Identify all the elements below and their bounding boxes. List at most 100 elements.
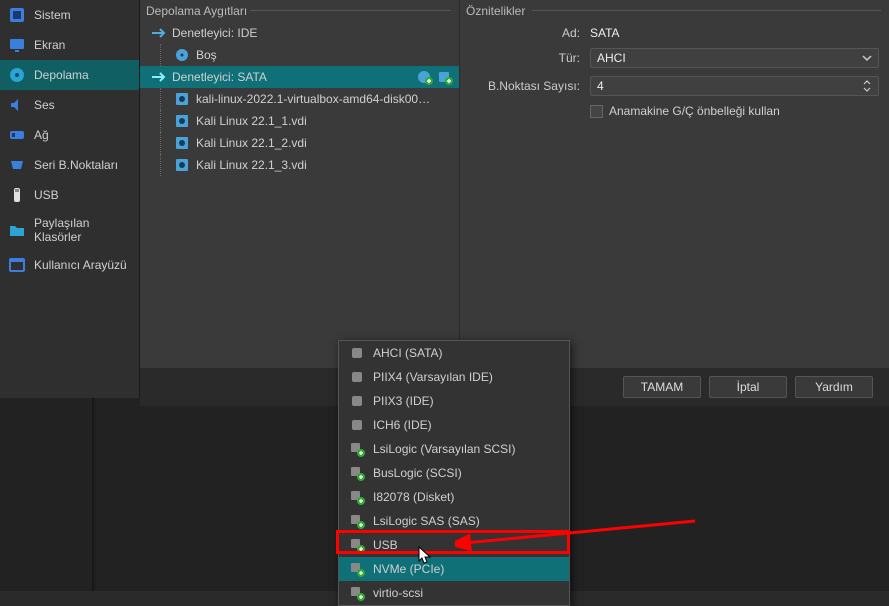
chip-icon bbox=[349, 369, 365, 385]
menu-label: PIIX3 (IDE) bbox=[373, 394, 434, 408]
menu-item-buslogic[interactable]: BusLogic (SCSI) bbox=[339, 461, 569, 485]
attributes-panel: Öznitelikler Ad: SATA Tür: AHCI B.Noktas… bbox=[460, 0, 889, 398]
controller-ide[interactable]: Denetleyici: IDE bbox=[140, 22, 459, 44]
cancel-button[interactable]: İptal bbox=[709, 376, 787, 398]
settings-body: Sistem Ekran Depolama Ses Ağ Seri B.Nokt… bbox=[0, 0, 889, 398]
sidebar-label: Ağ bbox=[34, 128, 49, 142]
hdd-icon bbox=[174, 113, 190, 129]
sidebar-label: USB bbox=[34, 188, 59, 202]
system-icon bbox=[8, 6, 26, 24]
ok-button[interactable]: TAMAM bbox=[623, 376, 701, 398]
sidebar-item-audio[interactable]: Ses bbox=[0, 90, 139, 120]
ide-empty-slot[interactable]: Boş bbox=[140, 44, 459, 66]
sidebar-item-display[interactable]: Ekran bbox=[0, 30, 139, 60]
name-value[interactable]: SATA bbox=[590, 26, 879, 40]
usb-icon bbox=[8, 186, 26, 204]
sidebar-item-usb[interactable]: USB bbox=[0, 180, 139, 210]
sidebar-label: Depolama bbox=[34, 68, 89, 82]
sidebar-item-serial[interactable]: Seri B.Noktaları bbox=[0, 150, 139, 180]
help-button[interactable]: Yardım bbox=[795, 376, 873, 398]
disk-label: Kali Linux 22.1_2.vdi bbox=[196, 136, 307, 150]
ui-icon bbox=[8, 256, 26, 274]
cd-icon bbox=[174, 47, 190, 63]
hdd-icon bbox=[174, 91, 190, 107]
menu-label: USB bbox=[373, 538, 398, 552]
chip-plus-icon bbox=[349, 489, 365, 505]
hdd-icon bbox=[174, 157, 190, 173]
disk-label: Kali Linux 22.1_3.vdi bbox=[196, 158, 307, 172]
chip-plus-icon bbox=[349, 441, 365, 457]
controller-label: Denetleyici: IDE bbox=[172, 26, 257, 40]
host-cache-checkbox[interactable]: Anamakine G/Ç önbelleği kullan bbox=[590, 104, 879, 118]
type-select[interactable]: AHCI bbox=[590, 48, 879, 68]
sidebar-item-network[interactable]: Ağ bbox=[0, 120, 139, 150]
menu-item-lsilogic-sas[interactable]: LsiLogic SAS (SAS) bbox=[339, 509, 569, 533]
controller-icon bbox=[150, 25, 166, 41]
menu-label: BusLogic (SCSI) bbox=[373, 466, 462, 480]
sidebar-label: Sistem bbox=[34, 8, 71, 22]
folder-icon bbox=[8, 221, 26, 239]
network-icon bbox=[8, 126, 26, 144]
menu-item-usb[interactable]: USB bbox=[339, 533, 569, 557]
menu-item-piix4[interactable]: PIIX4 (Varsayılan IDE) bbox=[339, 365, 569, 389]
menu-label: LsiLogic SAS (SAS) bbox=[373, 514, 480, 528]
chip-plus-icon bbox=[349, 561, 365, 577]
port-label: B.Noktası Sayısı: bbox=[470, 79, 580, 93]
menu-item-i82078[interactable]: I82078 (Disket) bbox=[339, 485, 569, 509]
sidebar-label: Paylaşılan Klasörler bbox=[34, 216, 131, 244]
menu-item-ich6[interactable]: ICH6 (IDE) bbox=[339, 413, 569, 437]
disk-label: Boş bbox=[196, 48, 217, 62]
port-value: 4 bbox=[597, 79, 604, 93]
controller-sata[interactable]: Denetleyici: SATA bbox=[140, 66, 459, 88]
menu-item-virtio[interactable]: virtio-scsi bbox=[339, 581, 569, 605]
menu-item-ahci[interactable]: AHCI (SATA) bbox=[339, 341, 569, 365]
menu-item-nvme[interactable]: NVMe (PCIe) bbox=[339, 557, 569, 581]
chip-plus-icon bbox=[349, 465, 365, 481]
menu-label: I82078 (Disket) bbox=[373, 490, 454, 504]
sidebar-item-shared[interactable]: Paylaşılan Klasörler bbox=[0, 210, 139, 250]
sata-disk-2[interactable]: Kali Linux 22.1_2.vdi bbox=[140, 132, 459, 154]
menu-item-lsilogic[interactable]: LsiLogic (Varsayılan SCSI) bbox=[339, 437, 569, 461]
type-value: AHCI bbox=[597, 51, 626, 65]
controller-icon bbox=[150, 69, 166, 85]
sidebar-label: Seri B.Noktaları bbox=[34, 158, 118, 172]
group-title-attrs: Öznitelikler bbox=[460, 0, 889, 18]
sidebar: Sistem Ekran Depolama Ses Ağ Seri B.Nokt… bbox=[0, 0, 140, 398]
sidebar-item-storage[interactable]: Depolama bbox=[0, 60, 139, 90]
add-cd-icon[interactable] bbox=[417, 69, 433, 85]
sidebar-label: Ses bbox=[34, 98, 55, 112]
hdd-icon bbox=[174, 135, 190, 151]
sidebar-label: Kullanıcı Arayüzü bbox=[34, 258, 127, 272]
sata-disk-1[interactable]: Kali Linux 22.1_1.vdi bbox=[140, 110, 459, 132]
menu-label: NVMe (PCIe) bbox=[373, 562, 444, 576]
disk-label: kali-linux-2022.1-virtualbox-amd64-disk0… bbox=[196, 92, 436, 106]
add-hdd-icon[interactable] bbox=[437, 69, 453, 85]
storage-icon bbox=[8, 66, 26, 84]
storage-tree: Denetleyici: IDE Boş Denetleyici: SATA bbox=[140, 18, 459, 369]
menu-item-piix3[interactable]: PIIX3 (IDE) bbox=[339, 389, 569, 413]
cache-label: Anamakine G/Ç önbelleği kullan bbox=[609, 104, 780, 118]
storage-devices-panel: Depolama Aygıtları Denetleyici: IDE Boş … bbox=[140, 0, 460, 398]
spin-arrows-icon bbox=[862, 79, 872, 93]
sata-disk-0[interactable]: kali-linux-2022.1-virtualbox-amd64-disk0… bbox=[140, 88, 459, 110]
attributes-grid: Ad: SATA Tür: AHCI B.Noktası Sayısı: 4 A… bbox=[460, 18, 889, 126]
controller-label: Denetleyici: SATA bbox=[172, 70, 267, 84]
main-panel: Depolama Aygıtları Denetleyici: IDE Boş … bbox=[140, 0, 889, 398]
port-spinbox[interactable]: 4 bbox=[590, 76, 879, 96]
chip-icon bbox=[349, 393, 365, 409]
serial-icon bbox=[8, 156, 26, 174]
chip-plus-icon bbox=[349, 585, 365, 601]
sidebar-item-ui[interactable]: Kullanıcı Arayüzü bbox=[0, 250, 139, 280]
type-label: Tür: bbox=[470, 51, 580, 65]
disk-label: Kali Linux 22.1_1.vdi bbox=[196, 114, 307, 128]
sata-disk-3[interactable]: Kali Linux 22.1_3.vdi bbox=[140, 154, 459, 176]
chip-icon bbox=[349, 417, 365, 433]
sidebar-label: Ekran bbox=[34, 38, 65, 52]
name-label: Ad: bbox=[470, 26, 580, 40]
sidebar-item-system[interactable]: Sistem bbox=[0, 0, 139, 30]
menu-label: ICH6 (IDE) bbox=[373, 418, 432, 432]
checkbox-icon bbox=[590, 105, 603, 118]
add-controller-menu: AHCI (SATA) PIIX4 (Varsayılan IDE) PIIX3… bbox=[338, 340, 570, 606]
menu-label: virtio-scsi bbox=[373, 586, 423, 600]
audio-icon bbox=[8, 96, 26, 114]
